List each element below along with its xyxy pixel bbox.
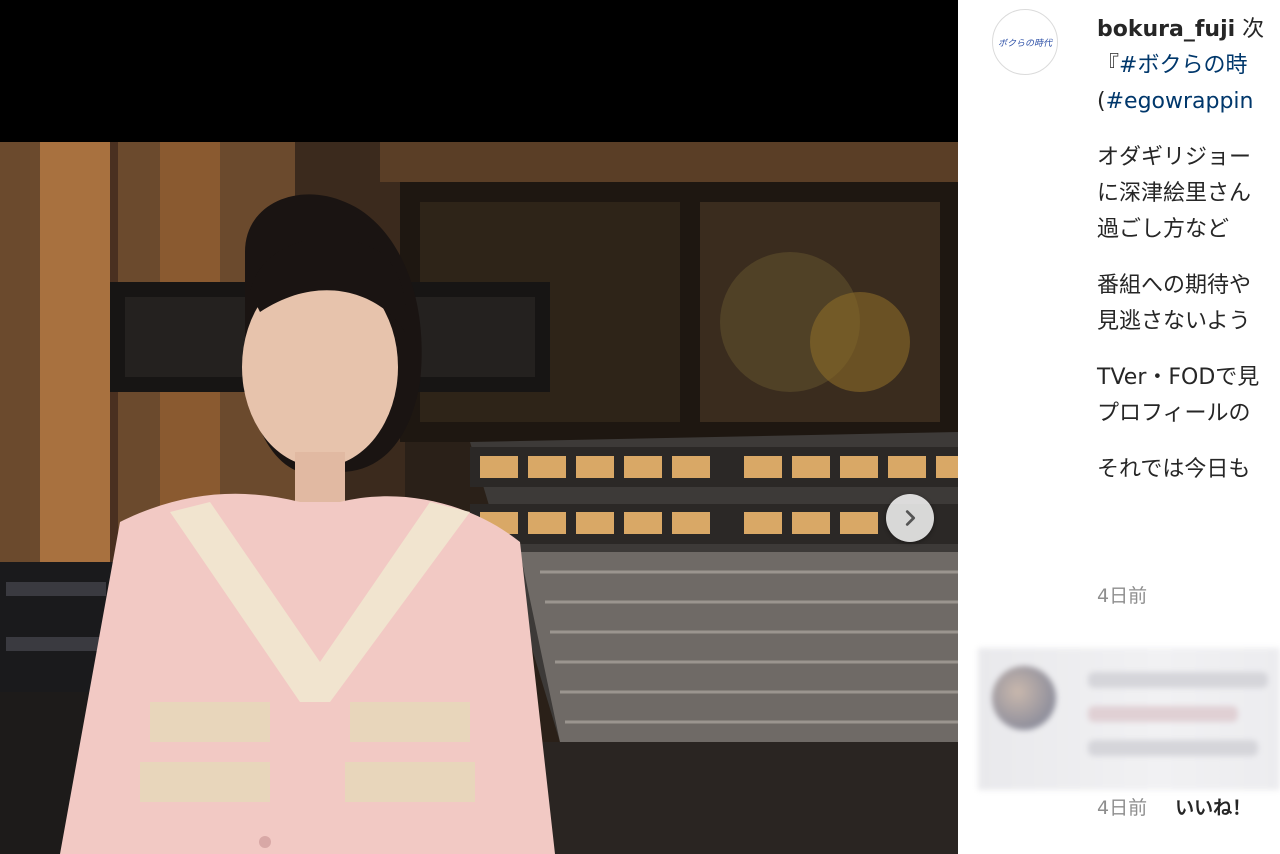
post-caption: bokura_fuji 次 『#ボクらの時 (#egowrappin オダギリジ… [1097, 12, 1280, 488]
caption-body-line: オダギリジョー [1097, 145, 1252, 170]
like-button[interactable]: いいね！ [1175, 797, 1251, 819]
post-sidebar: ボクらの時代 bokura_fuji 次 『#ボクらの時 (#egowrappi… [958, 0, 1280, 854]
blurred-text-line [1088, 672, 1268, 688]
post-photo [0, 142, 958, 854]
post-timestamp: 4日前 [1097, 585, 1148, 607]
username-link[interactable]: bokura_fuji [1097, 17, 1235, 42]
caption-body-line: それでは今日も [1097, 457, 1251, 482]
studio-photo-illustration [0, 142, 958, 854]
caption-line-2: 『#ボクらの時 [1097, 48, 1280, 84]
caption-text: 次 [1242, 17, 1265, 42]
caption-line-3: (#egowrappin [1097, 84, 1280, 120]
comment-timestamp: 4日前 [1097, 797, 1148, 819]
avatar-logo-text: ボクらの時代 [997, 38, 1052, 49]
caption-body-line: 番組への期待や [1097, 273, 1252, 298]
blurred-comment [978, 648, 1280, 790]
caption-paren: ( [1097, 89, 1106, 114]
caption-line-1: bokura_fuji 次 [1097, 12, 1280, 48]
caption-body-line: に深津絵里さん [1097, 181, 1252, 206]
caption-body-line: 見逃さないよう [1097, 309, 1251, 334]
chevron-right-icon [905, 510, 916, 526]
post-media [0, 0, 958, 854]
hashtag-link[interactable]: #egowrappin [1106, 89, 1254, 114]
comment-meta: 4日前 いいね！ [1097, 793, 1251, 820]
caption-body-line: TVer・FODで見 [1097, 365, 1260, 390]
profile-avatar[interactable]: ボクらの時代 [992, 9, 1058, 75]
blurred-text-line [1088, 706, 1238, 722]
caption-bracket: 『 [1097, 53, 1120, 78]
next-slide-button[interactable] [886, 494, 934, 542]
hashtag-link[interactable]: #ボクらの時 [1119, 53, 1247, 78]
caption-body-line: プロフィールの [1097, 401, 1251, 426]
commenter-avatar [992, 666, 1056, 730]
caption-body-line: 過ごし方など [1097, 217, 1230, 242]
blurred-text-line [1088, 740, 1258, 756]
